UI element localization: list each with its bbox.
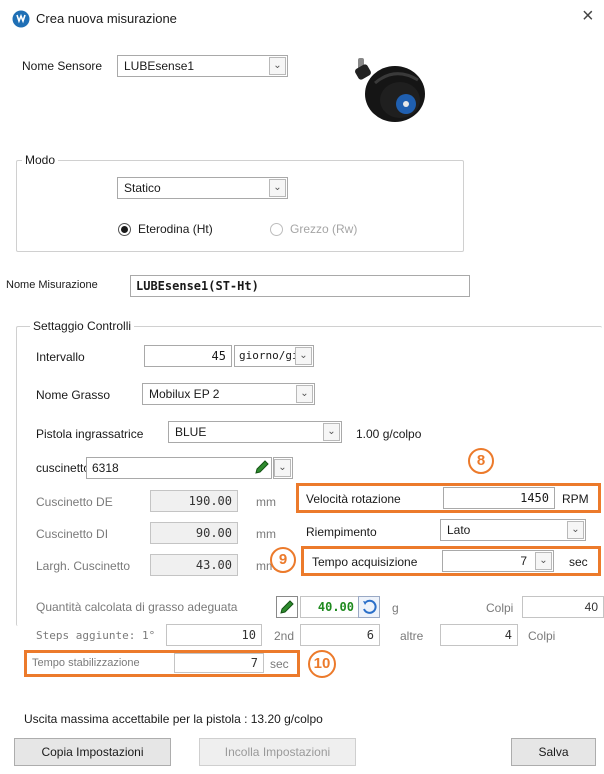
step2-label: 2nd [274, 629, 295, 643]
sensor-label: Nome Sensore [22, 59, 103, 73]
grease-label: Nome Grasso [36, 388, 111, 402]
de-value: 190.00 [150, 490, 238, 512]
acq-unit: sec [569, 555, 588, 569]
interval-label: Intervallo [36, 350, 85, 364]
qty-label: Quantità calcolata di grasso adeguata [36, 600, 238, 614]
qty-unit: g [392, 601, 399, 615]
annotation-badge-9: 9 [270, 547, 296, 573]
stab-label: Tempo stabilizzazione [32, 657, 140, 669]
annotation-badge-10: 10 [308, 650, 336, 678]
width-value: 43.00 [150, 554, 238, 576]
sensor-value: LUBEsense1 [124, 59, 195, 73]
mode-value: Statico [124, 181, 161, 195]
chevron-down-icon[interactable]: ⌄ [567, 521, 584, 539]
speed-label: Velocità rotazione [306, 492, 401, 506]
interval-unit-value: giorno/gi [239, 349, 299, 362]
mode-group [16, 160, 464, 252]
interval-input[interactable]: 45 [144, 345, 232, 367]
mode-select[interactable]: Statico ⌄ [117, 177, 288, 199]
radio-raw[interactable] [270, 223, 283, 236]
annotation-badge-8: 8 [468, 448, 494, 474]
step2-value: 6 [300, 624, 380, 646]
steps-label: Steps aggiunte: 1° [36, 629, 156, 642]
stab-unit: sec [270, 657, 289, 671]
stab-value: 7 [174, 653, 264, 673]
bearing-label: cuscinetto [36, 461, 91, 475]
width-label: Largh. Cuscinetto [36, 559, 131, 573]
chevron-down-icon[interactable]: ⌄ [323, 423, 340, 441]
sensor-image [350, 48, 430, 128]
bearing-input[interactable]: 6318 [86, 457, 272, 479]
shots-value: 40 [522, 596, 604, 618]
fill-value: Lato [447, 523, 471, 537]
de-unit: mm [256, 495, 276, 509]
steps-unit: Colpi [528, 629, 556, 643]
gun-rate: 1.00 g/colpo [356, 427, 422, 441]
chevron-down-icon[interactable]: ⌄ [295, 347, 312, 365]
mode-legend: Modo [22, 153, 59, 167]
radio-raw-label: Grezzo (Rw) [290, 222, 358, 236]
grease-select[interactable]: Mobilux EP 2 ⌄ [142, 383, 315, 405]
chevron-down-icon[interactable]: ⌄ [296, 385, 313, 403]
paste-settings-button[interactable]: Incolla Impostazioni [199, 738, 356, 766]
qty-value: 40.00 [300, 596, 360, 618]
di-unit: mm [256, 527, 276, 541]
window-title: Crea nuova misurazione [36, 11, 177, 26]
step1-value: 10 [166, 624, 262, 646]
chevron-down-icon[interactable]: ⌄ [274, 459, 291, 477]
fill-label: Riempimento [306, 525, 377, 539]
sensor-select[interactable]: LUBEsense1 ⌄ [117, 55, 288, 77]
step3-label: altre [400, 629, 424, 643]
radio-heterodyne[interactable] [118, 223, 131, 236]
gun-value: BLUE [175, 425, 207, 439]
chevron-down-icon[interactable]: ⌄ [269, 57, 286, 75]
radio-heterodyne-label: Eterodina (Ht) [138, 222, 213, 236]
controls-legend: Settaggio Controlli [30, 319, 135, 333]
chevron-down-icon[interactable]: ⌄ [535, 552, 552, 570]
grease-value: Mobilux EP 2 [149, 387, 220, 401]
measurement-input[interactable]: LUBEsense1(ST-Ht) [130, 275, 470, 297]
measurement-label: Nome Misurazione [6, 279, 98, 291]
save-button[interactable]: Salva [511, 738, 596, 766]
gun-label: Pistola ingrassatrice [36, 427, 144, 441]
max-output-text: Uscita massima accettabile per la pistol… [24, 712, 323, 726]
shots-label: Colpi [486, 601, 514, 615]
speed-input[interactable]: 1450 [443, 487, 555, 509]
acq-label: Tempo acquisizione [312, 555, 418, 569]
pencil-icon[interactable] [276, 596, 298, 618]
gun-select[interactable]: BLUE ⌄ [168, 421, 342, 443]
app-icon [12, 10, 30, 28]
step3-value: 4 [440, 624, 518, 646]
interval-unit-select[interactable]: giorno/gi ⌄ [234, 345, 314, 367]
close-icon[interactable]: × [582, 5, 594, 28]
acq-value: 7 [520, 554, 527, 568]
fill-select[interactable]: Lato ⌄ [440, 519, 586, 541]
copy-settings-button[interactable]: Copia Impostazioni [14, 738, 171, 766]
bearing-dropdown[interactable]: ⌄ [273, 457, 293, 479]
refresh-icon[interactable] [358, 596, 380, 618]
di-value: 90.00 [150, 522, 238, 544]
di-label: Cuscinetto DI [36, 527, 109, 541]
acq-select[interactable]: 7 ⌄ [442, 550, 554, 572]
de-label: Cuscinetto DE [36, 495, 113, 509]
speed-unit: RPM [562, 492, 589, 506]
chevron-down-icon[interactable]: ⌄ [269, 179, 286, 197]
pencil-icon[interactable] [253, 458, 271, 476]
